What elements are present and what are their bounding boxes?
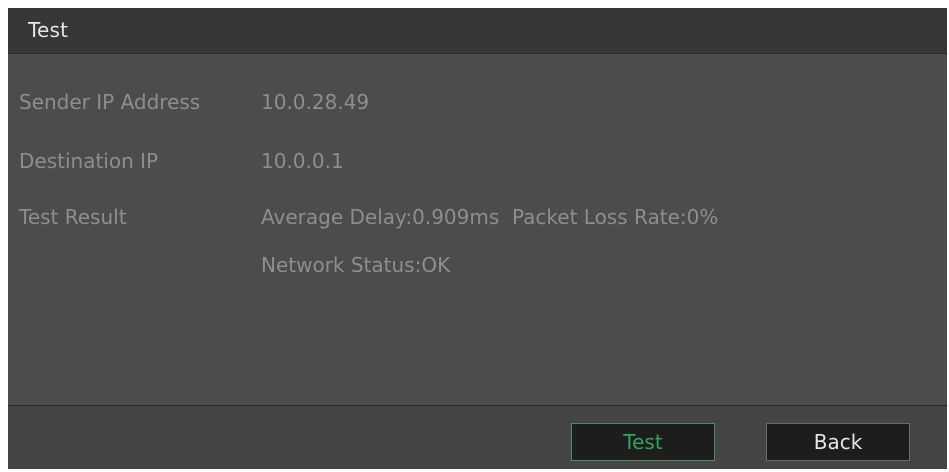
test-button[interactable]: Test [571,423,715,461]
dialog-titlebar: Test [8,8,947,54]
test-dialog: Test Sender IP Address 10.0.28.49 Destin… [8,8,947,469]
sender-ip-label: Sender IP Address [19,90,201,114]
test-result-line-2: Network Status:OK [261,253,451,277]
test-result-label: Test Result [19,205,127,229]
destination-ip-value: 10.0.0.1 [261,149,344,173]
dialog-title: Test [28,18,69,42]
test-result-line-1: Average Delay:0.909ms Packet Loss Rate:0… [261,205,719,229]
back-button[interactable]: Back [766,423,910,461]
sender-ip-value: 10.0.28.49 [261,90,370,114]
destination-ip-label: Destination IP [19,149,159,173]
dialog-footer: Test Back [8,406,947,469]
